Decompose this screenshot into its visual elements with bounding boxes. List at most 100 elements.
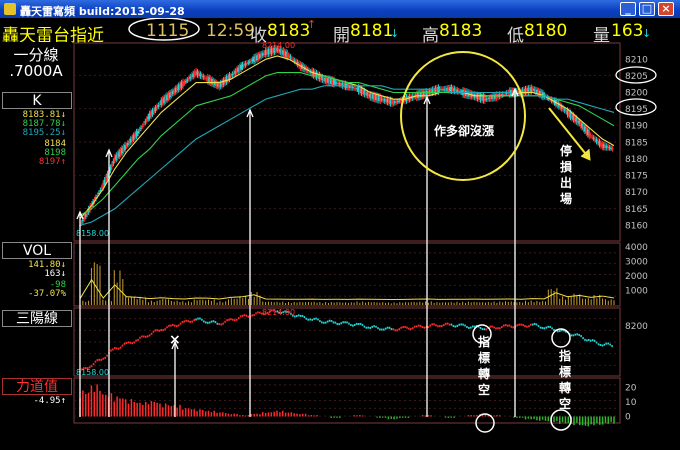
- sanyang-mark: [406, 326, 408, 329]
- k-label[interactable]: K: [2, 92, 72, 109]
- sanyang-mark: [500, 326, 503, 329]
- candle-body: [184, 81, 187, 83]
- stop-annotation-char: 損: [560, 159, 573, 174]
- sanyang-mark: [504, 324, 507, 327]
- sanyang-mark: [179, 322, 182, 325]
- force-ytick: 20: [625, 383, 637, 393]
- sanyang-mark: [199, 317, 201, 320]
- signal-circle-2: [551, 328, 571, 348]
- sanyang-mark: [330, 320, 333, 323]
- sanyang-mark: [355, 322, 358, 325]
- signal-annotation-2-char: 標: [559, 364, 571, 379]
- sanyang-mark: [326, 320, 329, 323]
- force-label[interactable]: 力道值: [2, 378, 72, 395]
- open-down-icon: ↓: [390, 27, 400, 40]
- minimize-button[interactable]: _: [620, 2, 636, 16]
- sanyang-mark: [605, 342, 608, 345]
- sanyang-mark: [146, 335, 149, 338]
- maximize-button[interactable]: □: [639, 2, 655, 16]
- sanyang-mark: [321, 321, 323, 324]
- sanyang-mark: [533, 322, 536, 325]
- sanyang-mark: [419, 324, 422, 327]
- high-value: 8183: [439, 21, 483, 41]
- sanyang-mark: [243, 314, 246, 317]
- sanyang-mark: [464, 324, 466, 327]
- sanyang-mark: [584, 338, 586, 341]
- sanyang-mark: [609, 343, 611, 346]
- sanyang-mark: [187, 320, 190, 323]
- stop-annotation-char: 出: [560, 175, 572, 190]
- sanyang-mark: [410, 328, 412, 331]
- sanyang-mark: [133, 341, 135, 344]
- sanyang-mark: [127, 341, 130, 344]
- sanyang-mark: [344, 321, 346, 324]
- sanyang-mark: [100, 358, 103, 361]
- sanyang-label[interactable]: 三陽線: [2, 310, 72, 327]
- sanyang-mark: [319, 320, 321, 323]
- sanyang-mark: [350, 324, 352, 327]
- chart-area: 8210 8205 8200 8195 8190 8185 8180 8175 8170 8165…: [73, 42, 657, 433]
- sanyang-mark: [160, 329, 163, 332]
- sanyang-mark: [129, 341, 132, 344]
- sanyang-mark: [559, 330, 561, 333]
- candle-body: [247, 62, 250, 64]
- highlight-circle: [400, 51, 526, 181]
- sanyang-mark: [369, 326, 372, 329]
- sanyang-mark: [543, 327, 546, 330]
- sanyang-high-label: 8214.00: [262, 308, 295, 317]
- sanyang-mark: [371, 325, 373, 328]
- candle-body: [157, 104, 160, 107]
- sanyang-mark: [423, 326, 426, 329]
- candle-body: [592, 137, 595, 139]
- sanyang-mark: [220, 323, 223, 326]
- sanyang-mark: [574, 333, 577, 336]
- title-bar: 轟天雷寫頻 build:2013-09-28 _ □ ×: [0, 0, 680, 18]
- candle-body: [81, 219, 84, 222]
- sanyang-mark: [228, 318, 230, 321]
- sanyang-mark: [114, 346, 116, 349]
- sanyang-mark: [570, 334, 573, 337]
- sanyang-mark: [444, 322, 447, 325]
- sanyang-mark: [404, 325, 406, 328]
- sanyang-mark: [328, 319, 331, 322]
- sanyang-mark: [545, 326, 548, 329]
- sanyang-mark: [119, 346, 122, 349]
- sanyang-mark: [398, 328, 401, 331]
- sanyang-mark: [241, 314, 244, 317]
- close-button[interactable]: ×: [658, 2, 674, 16]
- candle-body: [112, 161, 115, 164]
- sanyang-mark: [324, 321, 327, 324]
- sanyang-mark: [508, 324, 511, 327]
- candle-body: [138, 129, 141, 132]
- candle-body: [110, 164, 113, 168]
- sanyang-mark: [247, 315, 250, 318]
- sanyang-mark: [162, 329, 164, 332]
- sanyang-mark: [259, 311, 261, 314]
- sanyang-mark: [197, 317, 199, 320]
- sanyang-mark: [152, 330, 155, 333]
- sanyang-mark: [141, 335, 143, 338]
- sanyang-mark: [526, 325, 528, 328]
- sanyang-mark: [154, 329, 157, 332]
- sanyang-mark: [588, 338, 590, 341]
- sanyang-mark: [549, 326, 551, 329]
- sanyang-mark: [541, 326, 544, 329]
- candle-body: [591, 136, 594, 138]
- sanyang-mark: [336, 322, 339, 325]
- sanyang-mark: [131, 342, 134, 345]
- candle-body: [289, 56, 292, 58]
- force-ytick: 10: [625, 398, 637, 408]
- k-value-6: 8197↑: [38, 157, 66, 167]
- sanyang-mark: [253, 314, 255, 317]
- sanyang-mark: [110, 349, 112, 352]
- sanyang-mark: [437, 325, 439, 328]
- kline-high-label: 8214.00: [262, 42, 295, 50]
- signal-annotation-2-char: 指: [559, 348, 571, 363]
- force-ytick: 0: [625, 412, 631, 422]
- stop-annotation-char: 場: [560, 191, 572, 206]
- vol-label[interactable]: VOL: [2, 242, 72, 259]
- sanyang-mark: [305, 317, 308, 320]
- sanyang-mark: [334, 321, 337, 324]
- moving-average-ma-mid: [79, 72, 615, 216]
- sanyang-mark: [313, 317, 315, 320]
